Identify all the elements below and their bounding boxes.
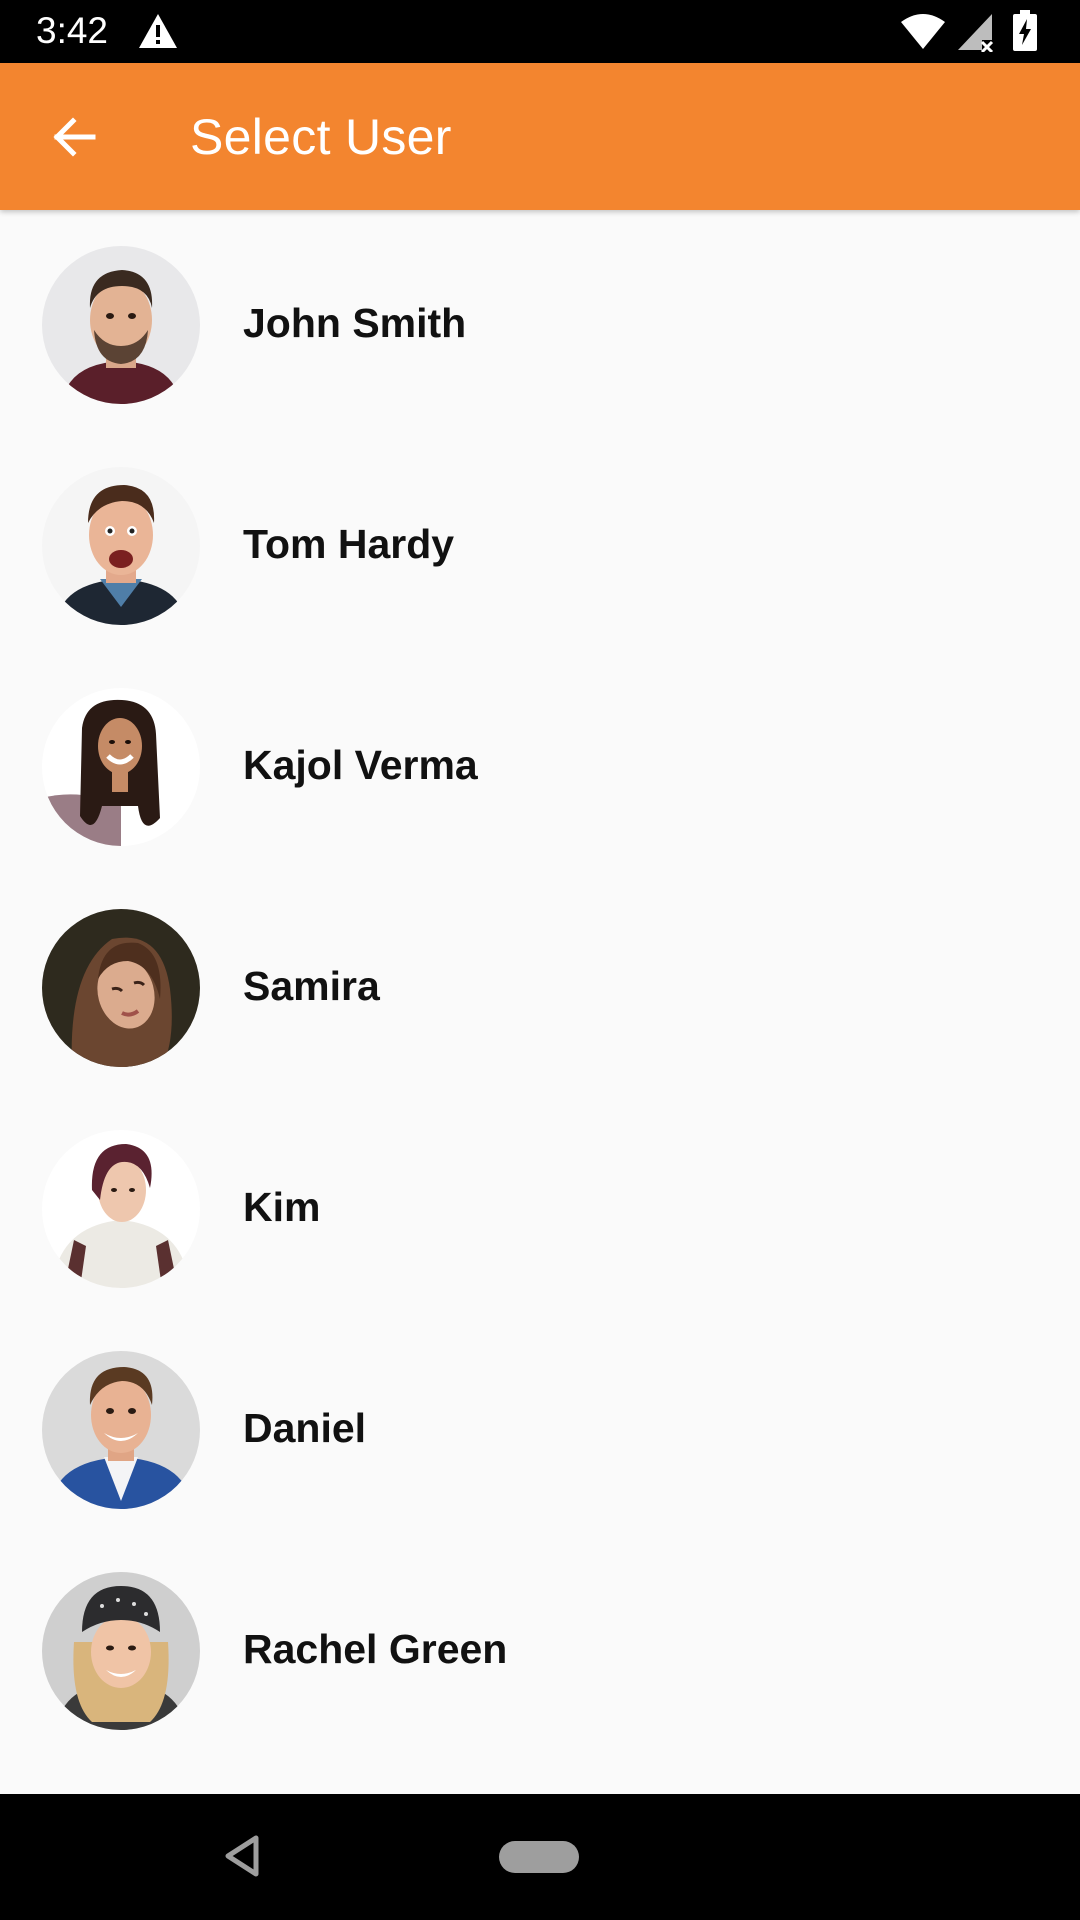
- signal-no-data-icon: [958, 14, 994, 52]
- status-bar: 3:42: [0, 0, 1080, 63]
- user-name: Rachel Green: [243, 1626, 508, 1672]
- user-name: Kajol Verma: [243, 742, 478, 788]
- user-row-tom-hardy[interactable]: Tom Hardy: [0, 431, 1080, 652]
- avatar: [42, 246, 200, 404]
- nav-home-icon[interactable]: [499, 1841, 579, 1873]
- user-row-samira[interactable]: Samira: [0, 873, 1080, 1094]
- wifi-icon: [901, 14, 945, 49]
- user-row-rachel-green[interactable]: Rachel Green: [0, 1536, 1080, 1757]
- user-name: Tom Hardy: [243, 521, 455, 567]
- user-name: Kim: [243, 1184, 321, 1230]
- nav-back-icon[interactable]: [222, 1834, 262, 1878]
- avatar: [42, 688, 200, 846]
- user-name: Daniel: [243, 1405, 367, 1451]
- battery-charging-icon: [1013, 10, 1037, 51]
- avatar: [42, 1572, 200, 1730]
- status-time: 3:42: [36, 10, 109, 51]
- arrow-back-icon: [53, 117, 96, 157]
- user-row-kim[interactable]: Kim: [0, 1094, 1080, 1315]
- avatar: [42, 909, 200, 1067]
- avatar: [42, 1130, 200, 1288]
- user-name: Samira: [243, 963, 380, 1009]
- app-bar: Select User: [0, 63, 1080, 210]
- back-button[interactable]: [32, 101, 116, 173]
- avatar: [42, 467, 200, 625]
- user-row-daniel[interactable]: Daniel: [0, 1315, 1080, 1536]
- avatar: [42, 1351, 200, 1509]
- user-row-kajol-verma[interactable]: Kajol Verma: [0, 652, 1080, 873]
- user-list[interactable]: John Smith Tom Hardy Kajol Verma Samira …: [0, 210, 1080, 1794]
- warning-icon: [139, 14, 177, 48]
- user-row-john-smith[interactable]: John Smith: [0, 210, 1080, 431]
- user-name: John Smith: [243, 300, 467, 346]
- navigation-bar: [0, 1794, 1080, 1920]
- page-title: Select User: [190, 109, 452, 165]
